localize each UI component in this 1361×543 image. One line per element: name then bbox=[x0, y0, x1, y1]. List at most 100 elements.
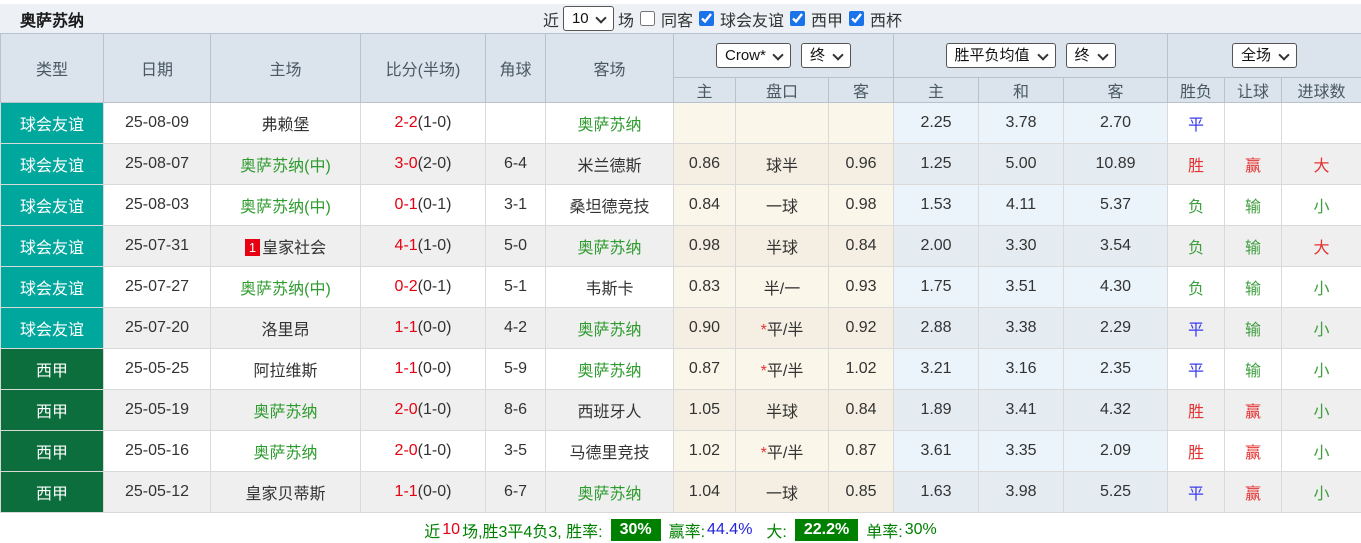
summary-record: 场,胜3平4负3, 胜率: bbox=[462, 523, 603, 541]
handicap-home-odds-cell bbox=[673, 102, 736, 144]
topbar: 奥萨苏纳 近 10 场 同客 球会友谊 西甲 西杯 bbox=[0, 0, 1361, 33]
odds-draw-cell: 3.51 bbox=[978, 266, 1065, 308]
away-team-cell: 奥萨苏纳 bbox=[545, 307, 674, 349]
goals-result-cell: 大 bbox=[1281, 225, 1361, 267]
odds-type-select-wrap: 胜平负均值 bbox=[945, 43, 1056, 68]
goals-result-cell: 小 bbox=[1281, 266, 1361, 308]
goals-result-cell: 小 bbox=[1281, 307, 1361, 349]
result-cell: 胜 bbox=[1167, 143, 1226, 185]
match-date-cell: 25-05-12 bbox=[103, 471, 211, 513]
odds-away-cell: 2.29 bbox=[1063, 307, 1169, 349]
handicap-away-odds-cell: 0.84 bbox=[827, 389, 895, 431]
summary-recent-prefix: 近 bbox=[424, 523, 441, 541]
big-label: 大: bbox=[766, 523, 787, 541]
table-row: 西甲 25-05-16 奥萨苏纳 2-0(1-0) 3-5 马德里竞技 1.02 *平/半 0.… bbox=[0, 430, 1361, 472]
away-team-cell: 桑坦德竞技 bbox=[545, 184, 674, 226]
odds-home-cell: 2.25 bbox=[893, 102, 980, 144]
filter-laliga-label: 西甲 bbox=[811, 12, 844, 30]
odds-home-cell: 3.61 bbox=[893, 430, 980, 472]
away-team-cell: 西班牙人 bbox=[545, 389, 674, 431]
handicap-line-cell: *平/半 bbox=[735, 348, 829, 390]
result-cell: 平 bbox=[1167, 348, 1226, 390]
handicap-result-cell: 输 bbox=[1224, 184, 1283, 226]
handicap-line-cell: 一球 bbox=[735, 184, 829, 226]
handicap-final-select[interactable]: 终 bbox=[801, 43, 851, 68]
match-type-cell: 球会友谊 bbox=[0, 266, 104, 308]
recent-count-select[interactable]: 10 bbox=[562, 6, 614, 31]
match-date-cell: 25-07-20 bbox=[103, 307, 211, 349]
handicap-home-odds-cell: 1.02 bbox=[673, 430, 736, 472]
score-cell: 2-2(1-0) bbox=[360, 102, 486, 144]
match-type-cell: 西甲 bbox=[0, 348, 104, 390]
handicap-result-cell: 赢 bbox=[1224, 143, 1283, 185]
odds-draw-cell: 5.00 bbox=[978, 143, 1065, 185]
subheader-result: 胜负 bbox=[1167, 77, 1226, 103]
match-date-cell: 25-05-16 bbox=[103, 430, 211, 472]
corner-cell: 6-4 bbox=[485, 143, 546, 185]
table-row: 球会友谊 25-07-27 奥萨苏纳(中) 0-2(0-1) 5-1 韦斯卡 0.83 半/一… bbox=[0, 266, 1361, 308]
corner-cell: 8-6 bbox=[485, 389, 546, 431]
odds-home-cell: 2.88 bbox=[893, 307, 980, 349]
odds-home-cell: 2.00 bbox=[893, 225, 980, 267]
goals-result-cell: 小 bbox=[1281, 348, 1361, 390]
odds-home-cell: 1.89 bbox=[893, 389, 980, 431]
filter-controls: 近 10 场 同客 球会友谊 西甲 西杯 bbox=[543, 6, 902, 31]
subheader-odds-home: 主 bbox=[893, 77, 980, 103]
handicap-home-odds-cell: 1.04 bbox=[673, 471, 736, 513]
home-team-cell: 奥萨苏纳 bbox=[210, 389, 361, 431]
subheader-odds-away: 客 bbox=[1063, 77, 1169, 103]
result-cell: 负 bbox=[1167, 266, 1226, 308]
odds-type-select[interactable]: 胜平负均值 bbox=[945, 43, 1056, 68]
odds-away-cell: 2.35 bbox=[1063, 348, 1169, 390]
big-rate-badge: 22.2% bbox=[794, 518, 859, 541]
filter-cup-label: 西杯 bbox=[870, 12, 903, 30]
result-cell: 平 bbox=[1167, 307, 1226, 349]
handicap-away-odds-cell: 0.93 bbox=[827, 266, 895, 308]
home-team-cell: 弗赖堡 bbox=[210, 102, 361, 144]
corner-cell: 5-0 bbox=[485, 225, 546, 267]
handicap-company-select-wrap: Crow* bbox=[716, 43, 791, 68]
match-type-cell: 西甲 bbox=[0, 471, 104, 513]
match-date-cell: 25-08-09 bbox=[103, 102, 211, 144]
score-cell: 3-0(2-0) bbox=[360, 143, 486, 185]
subheader-handicap-line: 盘口 bbox=[735, 77, 829, 103]
summary-footer: 近 10 场,胜3平4负3, 胜率: 30% 赢率: 44.4% 大: 22.2% 单… bbox=[0, 513, 1361, 543]
games-label: 场 bbox=[617, 12, 634, 30]
handicap-company-select[interactable]: Crow* bbox=[716, 43, 791, 68]
filter-cup-checkbox[interactable] bbox=[849, 11, 865, 26]
odds-final-select[interactable]: 终 bbox=[1065, 43, 1116, 68]
subheader-goals: 进球数 bbox=[1281, 77, 1361, 103]
score-cell: 0-2(0-1) bbox=[360, 266, 486, 308]
filter-friendly-checkbox[interactable] bbox=[699, 11, 714, 26]
away-team-cell: 奥萨苏纳 bbox=[545, 102, 674, 144]
home-team-cell: 奥萨苏纳 bbox=[210, 430, 361, 472]
handicap-result-cell: 输 bbox=[1224, 225, 1283, 267]
away-team-cell: 奥萨苏纳 bbox=[545, 348, 674, 390]
handicap-line-cell bbox=[735, 102, 829, 144]
handicap-away-odds-cell: 0.87 bbox=[827, 430, 895, 472]
odds-draw-cell: 3.98 bbox=[978, 471, 1065, 513]
col-header-away: 客场 bbox=[545, 33, 674, 103]
same-opponent-checkbox[interactable] bbox=[639, 11, 655, 26]
goals-result-cell: 小 bbox=[1281, 389, 1361, 431]
match-date-cell: 25-08-03 bbox=[103, 184, 211, 226]
odds-away-cell: 4.32 bbox=[1063, 389, 1169, 431]
odds-away-cell: 3.54 bbox=[1063, 225, 1169, 267]
corner-cell bbox=[485, 102, 546, 144]
odds-draw-cell: 3.78 bbox=[978, 102, 1065, 144]
odds-select-group: 胜平负均值 终 bbox=[893, 33, 1169, 78]
handicap-away-odds-cell: 0.96 bbox=[827, 143, 895, 185]
score-cell: 1-1(0-0) bbox=[360, 307, 486, 349]
home-team-cell: 阿拉维斯 bbox=[210, 348, 361, 390]
handicap-away-odds-cell: 0.92 bbox=[827, 307, 895, 349]
score-cell: 1-1(0-0) bbox=[360, 348, 486, 390]
filter-laliga-checkbox[interactable] bbox=[790, 11, 806, 26]
fulltime-select[interactable]: 全场 bbox=[1232, 43, 1298, 68]
win-rate-badge: 30% bbox=[610, 518, 661, 541]
table-row: 球会友谊 25-07-20 洛里昂 1-1(0-0) 4-2 奥萨苏纳 0.90 *平/半 0.… bbox=[0, 307, 1361, 349]
page-title: 奥萨苏纳 bbox=[20, 12, 85, 30]
table-row: 西甲 25-05-25 阿拉维斯 1-1(0-0) 5-9 奥萨苏纳 0.87 *平/半 1.0… bbox=[0, 348, 1361, 390]
handicap-home-odds-cell: 0.90 bbox=[673, 307, 736, 349]
match-date-cell: 25-08-07 bbox=[103, 143, 211, 185]
summary-recent-count: 10 bbox=[442, 520, 461, 538]
